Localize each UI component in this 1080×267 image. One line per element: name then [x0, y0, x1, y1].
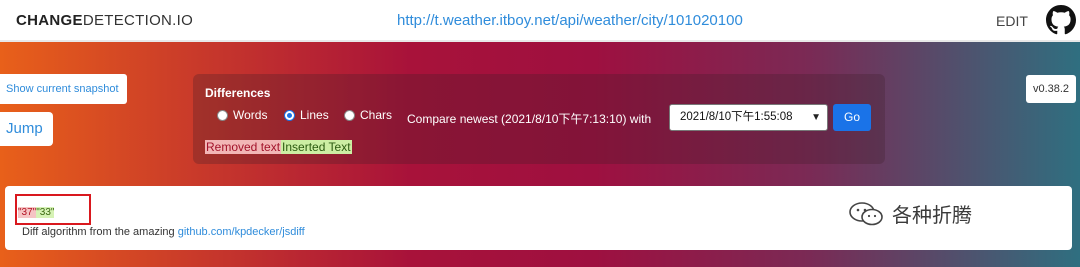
diff-inserted-value: "33"	[36, 207, 55, 218]
algo-prefix: Diff algorithm from the amazing	[22, 226, 178, 238]
brand-logo[interactable]: CHANGEDETECTION.IO	[16, 12, 193, 29]
radio-words[interactable]: Words	[217, 108, 267, 122]
radio-lines-label: Lines	[300, 108, 329, 122]
go-button[interactable]: Go	[833, 104, 871, 131]
version-badge: v0.38.2	[1026, 75, 1076, 103]
jump-button[interactable]: Jump	[0, 112, 53, 146]
github-icon[interactable]	[1046, 5, 1076, 35]
diff-legend: Removed text Inserted Text	[205, 140, 352, 154]
algo-credit: Diff algorithm from the amazing github.c…	[22, 226, 305, 238]
watch-url-link[interactable]: http://t.weather.itboy.net/api/weather/c…	[397, 12, 743, 29]
radio-lines-circle[interactable]	[284, 109, 295, 121]
diff-line: "37" "33"	[18, 207, 55, 218]
radio-chars-label: Chars	[360, 108, 393, 122]
legend-inserted: Inserted Text	[281, 140, 352, 154]
radio-lines[interactable]: Lines	[284, 108, 329, 122]
brand-rest: DETECTION.IO	[82, 12, 194, 29]
jsdiff-link[interactable]: github.com/kpdecker/jsdiff	[178, 226, 305, 238]
show-snapshot-button[interactable]: Show current snapshot	[0, 74, 127, 104]
watermark-text: 各种折腾	[892, 203, 972, 227]
top-nav: CHANGEDETECTION.IO http://t.weather.itbo…	[0, 0, 1080, 42]
radio-chars-circle[interactable]	[344, 109, 355, 121]
differences-title: Differences	[205, 86, 271, 100]
radio-chars[interactable]: Chars	[344, 108, 392, 122]
compare-text: Compare newest (2021/8/10下午7:13:10) with	[407, 112, 652, 126]
date-select[interactable]: 2021/8/10下午1:55:08 ▼	[669, 104, 828, 131]
diff-removed-value: "37"	[18, 207, 37, 218]
legend-removed: Removed text	[205, 140, 282, 154]
wechat-icon	[849, 201, 883, 225]
radio-words-label: Words	[233, 108, 268, 122]
date-select-value: 2021/8/10下午1:55:08	[680, 111, 793, 123]
radio-words-circle[interactable]	[217, 109, 228, 121]
differences-panel: Differences Words Lines Chars Compare ne…	[193, 74, 885, 164]
edit-link[interactable]: EDIT	[996, 13, 1028, 29]
brand-bold: CHANGE	[16, 12, 83, 29]
chevron-down-icon: ▼	[811, 112, 821, 123]
watermark: 各种折腾	[848, 199, 972, 228]
